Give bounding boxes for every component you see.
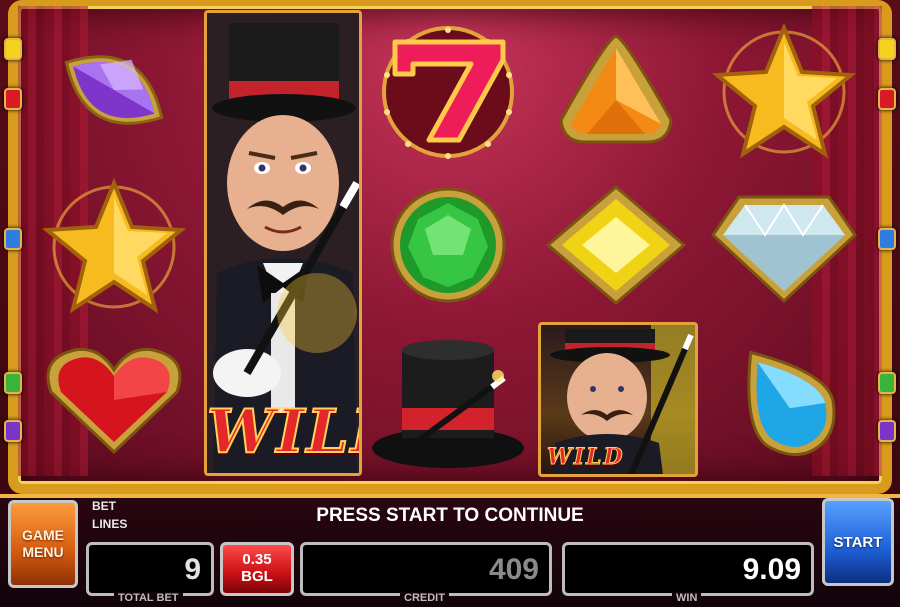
- reel-4: WILD: [536, 10, 698, 480]
- credit-value: 409: [488, 553, 539, 586]
- line-indicator-yellow: [4, 38, 22, 60]
- panel-divider: [0, 494, 900, 498]
- red-heart-gem-icon: [34, 325, 194, 475]
- line-indicator-red: [878, 88, 896, 110]
- game-menu-label-2: MENU: [22, 544, 64, 560]
- total-bet-meter: 9: [86, 542, 214, 596]
- top-hat-wand-icon: [368, 325, 528, 475]
- purple-marquise-gem-icon: [34, 15, 194, 165]
- line-indicator-blue: [878, 228, 896, 250]
- win-value: 9.09: [742, 553, 801, 586]
- line-indicator-green: [878, 372, 896, 394]
- line-indicator-blue: [4, 228, 22, 250]
- magician-wild-stacked: WILD: [204, 10, 362, 476]
- reel-3: [368, 10, 528, 480]
- reel-5: [704, 10, 864, 480]
- credit-meter: 409: [300, 542, 552, 596]
- diamond-gem-icon: [704, 170, 864, 320]
- gold-star-icon: [704, 15, 864, 165]
- blue-pear-gem-icon: [704, 325, 864, 475]
- total-bet-value: 9: [184, 553, 201, 586]
- denomination-value: 0.35: [242, 551, 272, 568]
- total-bet-label: TOTAL BET: [114, 592, 183, 607]
- line-indicator-red: [4, 88, 22, 110]
- bet-label: BET: [92, 499, 116, 513]
- start-button[interactable]: START: [822, 498, 894, 586]
- lines-label: LINES: [92, 517, 128, 531]
- slot-stage: WILD: [0, 0, 900, 498]
- credit-label: CREDIT: [400, 592, 449, 607]
- reel-1: [34, 10, 194, 480]
- right-line-indicators: [876, 0, 898, 498]
- line-indicator-purple: [4, 420, 22, 442]
- yellow-square-gem-icon: [536, 170, 696, 320]
- game-menu-label-1: GAME: [22, 527, 64, 543]
- line-indicator-green: [4, 372, 22, 394]
- orange-trillion-gem-icon: [536, 15, 696, 165]
- left-line-indicators: [2, 0, 24, 498]
- green-round-gem-icon: [368, 170, 528, 320]
- red-seven-icon: [368, 15, 528, 165]
- denomination-button[interactable]: 0.35 BGL: [220, 542, 294, 596]
- wild-label: WILD: [207, 396, 359, 468]
- status-message: PRESS START TO CONTINUE: [316, 505, 584, 526]
- line-indicator-purple: [878, 420, 896, 442]
- game-menu-button[interactable]: GAME MENU: [8, 500, 78, 588]
- gold-star-icon: [34, 170, 194, 320]
- win-meter: 9.09: [562, 542, 814, 596]
- reel-2: WILD: [200, 10, 362, 480]
- magician-wild: WILD: [538, 322, 698, 477]
- denomination-currency: BGL: [241, 568, 273, 585]
- wild-label: WILD: [547, 444, 625, 471]
- line-indicator-yellow: [878, 38, 896, 60]
- win-label: WIN: [672, 592, 702, 607]
